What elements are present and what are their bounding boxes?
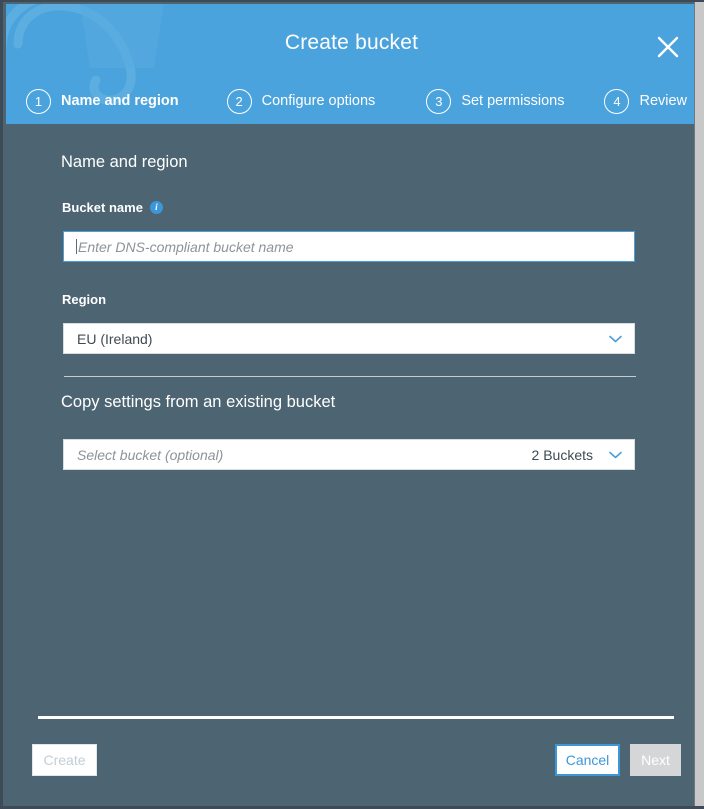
step-label-1: Name and region: [61, 93, 179, 109]
step-number-1: 1: [26, 88, 51, 114]
existing-bucket-select-right: 2 Buckets: [532, 447, 634, 463]
next-button[interactable]: Next: [630, 744, 681, 776]
region-label: Region: [62, 292, 106, 307]
region-select[interactable]: EU (Ireland): [63, 323, 635, 354]
step-indicator: 1 Name and region 2 Configure options 3 …: [26, 84, 687, 118]
chevron-down-icon: [609, 335, 622, 342]
dialog-header: Create bucket 1 Name and region 2 Config…: [6, 4, 697, 124]
step-number-3: 3: [426, 88, 452, 114]
text-caret: [76, 239, 77, 254]
existing-bucket-placeholder: Select bucket (optional): [77, 446, 224, 463]
create-bucket-dialog: Create bucket 1 Name and region 2 Config…: [0, 0, 704, 809]
step-label-2: Configure options: [261, 93, 376, 109]
bucket-name-input[interactable]: Enter DNS-compliant bucket name: [63, 231, 635, 262]
step-configure-options[interactable]: 2 Configure options: [226, 88, 376, 114]
close-icon: [657, 36, 679, 58]
existing-bucket-select[interactable]: Select bucket (optional) 2 Buckets: [63, 439, 635, 470]
copy-settings-title: Copy settings from an existing bucket: [61, 393, 336, 411]
step-number-4: 4: [604, 88, 630, 114]
chevron-down-icon: [609, 451, 622, 458]
vertical-scrollbar[interactable]: [694, 2, 704, 806]
bucket-name-label-text: Bucket name: [62, 200, 143, 215]
step-number-2: 2: [226, 88, 252, 114]
dialog-title: Create bucket: [284, 31, 419, 54]
step-label-3: Set permissions: [461, 93, 565, 109]
step-name-and-region[interactable]: 1 Name and region: [26, 88, 179, 114]
region-selected-value: EU (Ireland): [77, 330, 153, 347]
bucket-count-badge: 2 Buckets: [531, 446, 593, 463]
step-set-permissions[interactable]: 3 Set permissions: [426, 88, 565, 114]
section-divider: [64, 376, 636, 377]
footer-divider: [38, 716, 674, 719]
bucket-name-placeholder: Enter DNS-compliant bucket name: [78, 238, 294, 255]
step-review[interactable]: 4 Review: [604, 88, 688, 114]
cancel-button[interactable]: Cancel: [555, 744, 620, 776]
region-label-text: Region: [62, 292, 107, 307]
info-icon[interactable]: i: [149, 201, 163, 214]
section-title: Name and region: [61, 153, 188, 171]
create-button[interactable]: Create: [32, 744, 97, 776]
bucket-name-label: Bucket name i: [62, 200, 163, 215]
step-label-4: Review: [639, 93, 688, 109]
close-button[interactable]: [653, 32, 683, 62]
dialog-body: Name and region Bucket name i Enter DNS-…: [6, 124, 697, 803]
